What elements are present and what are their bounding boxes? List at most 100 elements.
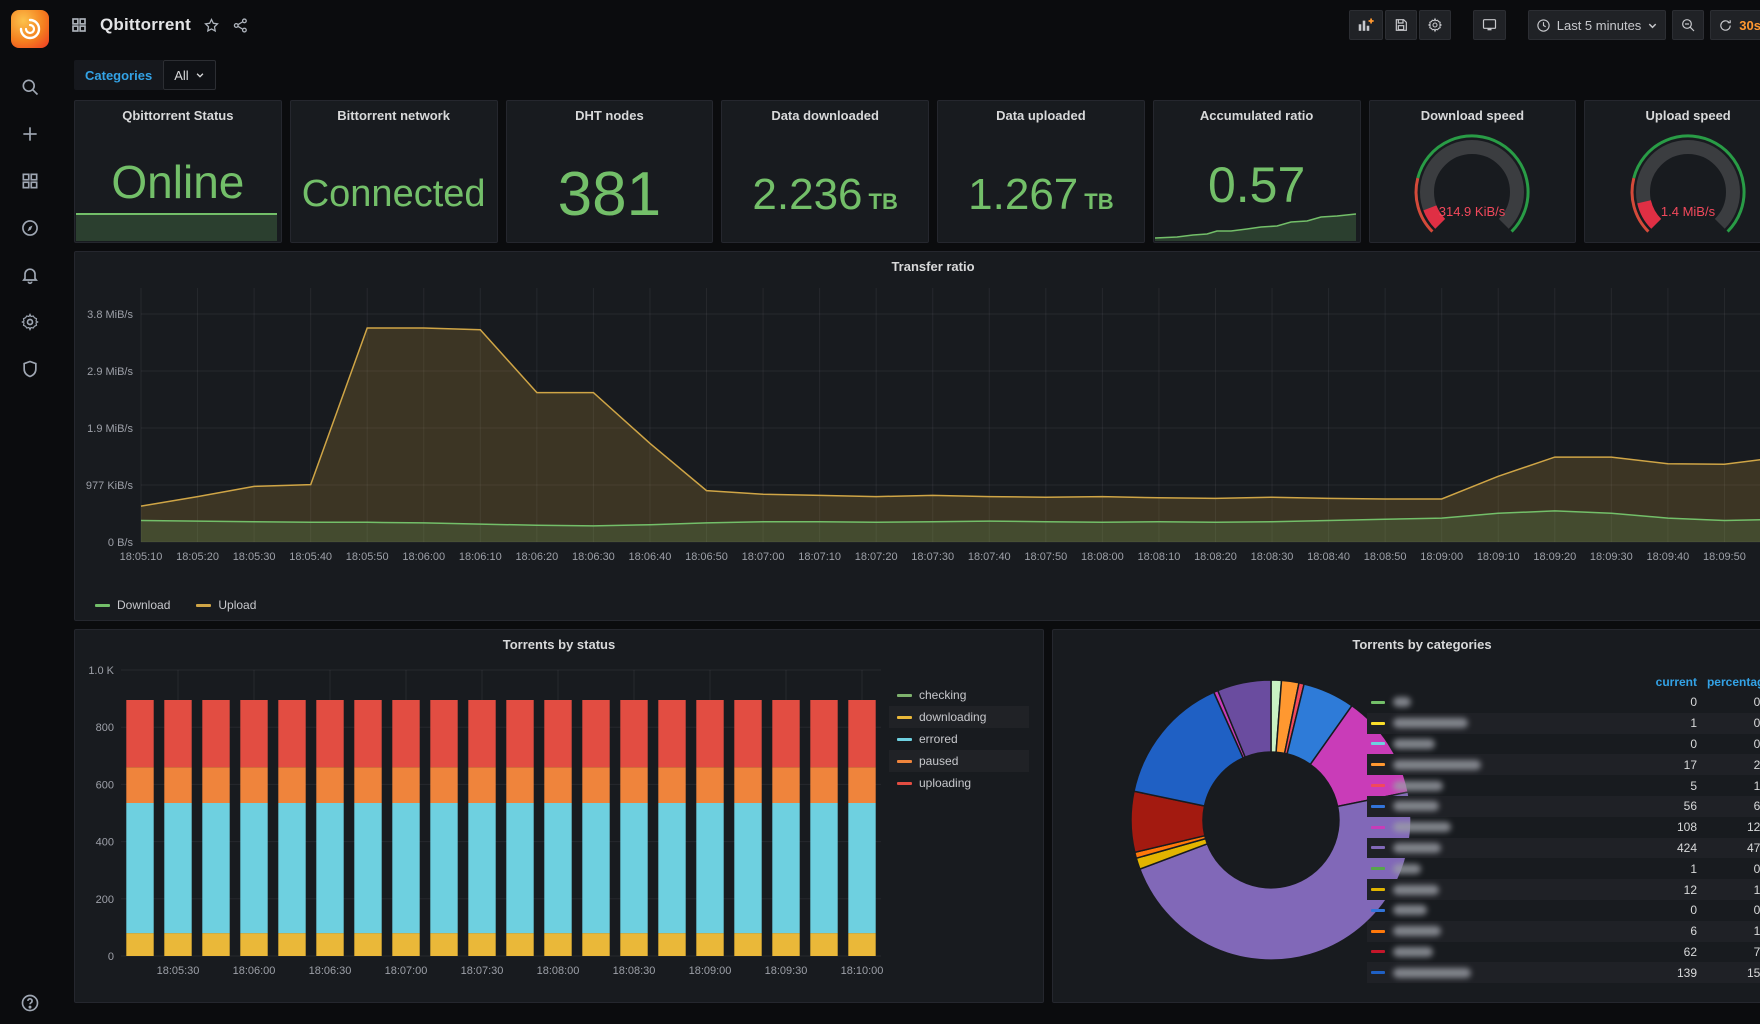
svg-text:18:06:20: 18:06:20 [515,551,558,563]
svg-text:18:08:00: 18:08:00 [1081,551,1124,563]
blurred-category-name [1393,946,1433,957]
legend-color-dash [1371,971,1385,975]
add-panel-button[interactable] [1348,10,1383,40]
legend-item-downloading[interactable]: downloading [889,706,1029,728]
blurred-category-name [1393,738,1435,749]
blurred-category-name [1393,863,1421,874]
svg-text:18:06:00: 18:06:00 [402,551,445,563]
panel-title: Bittorrent network [337,108,450,123]
refresh-interval-label[interactable]: 30s [1739,18,1760,33]
legend-item-download[interactable]: Download [95,598,170,612]
current-value: 424 [1676,840,1697,855]
current-value: 56 [1683,799,1697,814]
categories-variable-value[interactable]: All [163,60,216,90]
panel-title: Upload speed [1645,108,1731,123]
legend-color-dash [1371,763,1385,767]
percentage-value: 0% [1753,903,1760,918]
time-range-picker[interactable]: Last 5 minutes [1527,10,1667,40]
percentage-value: 15% [1746,965,1760,980]
stat-panels-row: Qbittorrent Status Online Bittorrent net… [74,100,1760,243]
transfer-ratio-chart[interactable]: 0 B/s 977 KiB/s 1.9 MiB/s 2.9 MiB/s 3.8 MiB/… [75,280,1760,586]
svg-text:0 B/s: 0 B/s [108,537,134,549]
panel-torrents-by-status: Torrents by status 0 200 400 600 800 1.0 K 18:… [74,629,1044,1003]
panel-accumulated-ratio: Accumulated ratio 0.57 [1152,100,1361,243]
header-current[interactable]: current [1633,675,1697,689]
torrents-by-status-chart[interactable]: 0 200 400 600 800 1.0 K 18:05:30 18:06:00 18:06:… [75,658,889,990]
blurred-category-name [1393,801,1439,812]
panel-title: Transfer ratio [891,259,975,274]
chevron-down-icon [195,70,205,80]
legend-color-dash [1371,721,1385,725]
explore-compass-icon[interactable] [19,217,41,239]
star-icon[interactable] [203,17,220,34]
dashboard-settings-button[interactable] [1418,10,1451,40]
categories-variable-label[interactable]: Categories [74,60,164,90]
svg-text:18:07:00: 18:07:00 [385,965,428,977]
legend-color-dash [1371,908,1385,912]
svg-text:2.9 MiB/s: 2.9 MiB/s [87,366,133,378]
svg-text:18:10:00: 18:10:00 [841,965,884,977]
svg-text:18:09:00: 18:09:00 [1420,551,1463,563]
svg-text:18:05:20: 18:05:20 [176,551,219,563]
legend-color-dash [95,603,110,607]
blurred-category-name [1393,780,1443,791]
transfer-ratio-legend: Download Upload [95,598,256,612]
search-icon[interactable] [19,76,41,98]
panel-transfer-ratio: Transfer ratio 0 B/s 977 KiB/s 1.9 MiB/s 2.… [74,251,1760,621]
upload-speed-gauge: 1.4 MiB/s [1630,133,1746,233]
current-value: 139 [1676,965,1697,980]
legend-item-checking[interactable]: checking [889,684,1029,706]
torrents-by-status-legend: checking downloading errored paused uploadin… [889,658,1029,1002]
percentage-value: 0% [1753,861,1760,876]
zoom-out-button[interactable] [1672,10,1705,40]
svg-text:18:06:50: 18:06:50 [685,551,728,563]
dashboards-icon[interactable] [19,170,41,192]
svg-text:200: 200 [96,894,114,906]
percentage-value: 2% [1753,757,1760,772]
create-plus-icon[interactable] [19,123,41,145]
current-value: 17 [1683,757,1697,772]
panel-title: Qbittorrent Status [122,108,234,123]
svg-text:18:08:00: 18:08:00 [537,965,580,977]
panel-title: Download speed [1420,108,1525,123]
share-icon[interactable] [232,17,249,34]
server-admin-shield-icon[interactable] [19,358,41,380]
kiosk-tv-button[interactable] [1472,10,1506,40]
current-value: 0 [1690,903,1697,918]
svg-text:18:06:30: 18:06:30 [309,965,352,977]
dht-nodes-value: 381 [557,160,662,229]
blurred-category-name [1393,842,1441,853]
percentage-value: 1% [1753,778,1760,793]
svg-text:18:08:30: 18:08:30 [1251,551,1294,563]
chevron-down-icon [1647,20,1658,31]
svg-text:18:07:50: 18:07:50 [1024,551,1067,563]
legend-item-errored[interactable]: errored [889,728,1029,750]
configuration-gear-icon[interactable] [19,311,41,333]
blurred-category-name [1393,884,1439,895]
svg-text:18:06:10: 18:06:10 [459,551,502,563]
current-value: 5 [1690,778,1697,793]
help-icon[interactable] [19,992,41,1014]
svg-text:977 KiB/s: 977 KiB/s [86,480,134,492]
svg-text:18:09:30: 18:09:30 [1590,551,1633,563]
legend-color-dash [1371,700,1385,704]
svg-text:18:07:40: 18:07:40 [968,551,1011,563]
legend-item-upload[interactable]: Upload [196,598,256,612]
table-row: 1 0% [1367,858,1760,879]
legend-item-uploading[interactable]: uploading [889,772,1029,794]
header-percentage[interactable]: percentage [1697,675,1760,689]
legend-item-paused[interactable]: paused [889,750,1029,772]
blurred-category-name [1393,905,1427,916]
alerting-bell-icon[interactable] [19,264,41,286]
dashboard-grid-icon[interactable] [70,16,88,34]
table-row: 424 47% [1367,837,1760,859]
grafana-app: Qbittorrent Last 5 minutes 30s Categorie… [0,0,1760,1024]
legend-color-dash [1371,825,1385,829]
time-range-label: Last 5 minutes [1556,17,1642,33]
legend-color-dash [1371,867,1385,871]
percentage-value: 0% [1753,716,1760,731]
save-dashboard-button[interactable] [1384,10,1417,40]
svg-text:18:07:00: 18:07:00 [742,551,785,563]
grafana-logo[interactable] [11,10,49,48]
refresh-button[interactable]: 30s [1710,10,1760,40]
